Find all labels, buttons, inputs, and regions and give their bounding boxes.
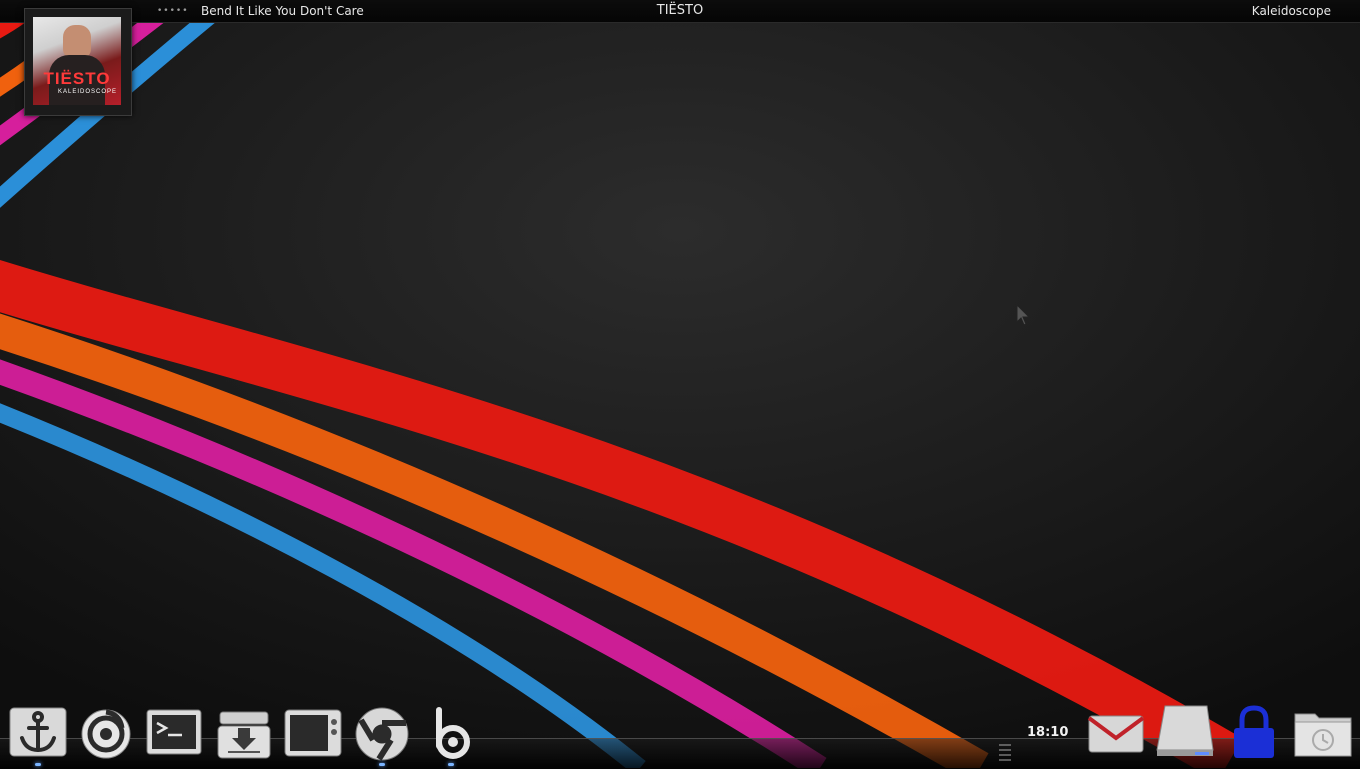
terminal-icon[interactable] — [144, 702, 204, 762]
window-app-icon[interactable] — [283, 702, 343, 762]
song-title: Bend It Like You Don't Care — [201, 4, 364, 18]
now-playing-bar: ••••• Bend It Like You Don't Care TIËSTO… — [0, 0, 1360, 23]
drive-icon[interactable] — [1155, 702, 1215, 762]
download-tray-icon[interactable] — [214, 702, 274, 762]
running-indicator — [379, 763, 385, 766]
running-indicator — [35, 763, 41, 766]
power-swirl-icon[interactable] — [76, 702, 136, 762]
album-name: Kaleidoscope — [1251, 4, 1331, 18]
album-cover[interactable]: TIËSTO KALEIDOSCOPE — [24, 8, 132, 116]
desktop-wallpaper — [0, 0, 1360, 768]
cover-album-text: KALEIDOSCOPE — [57, 89, 117, 95]
cover-artist-text: TIËSTO — [43, 69, 111, 88]
dock-separator-icon — [999, 744, 1011, 761]
mail-icon[interactable] — [1086, 702, 1146, 762]
mouse-cursor-icon — [1016, 304, 1031, 326]
folder-clock-icon[interactable] — [1293, 702, 1353, 762]
b-logo-icon[interactable] — [421, 702, 481, 762]
running-indicator — [448, 763, 454, 766]
lock-icon[interactable] — [1224, 702, 1284, 762]
progress-dots[interactable]: ••••• — [157, 0, 189, 22]
chrome-icon[interactable] — [352, 702, 412, 762]
clock[interactable]: 18:10 — [1027, 725, 1068, 740]
anchor-icon[interactable] — [8, 702, 68, 762]
album-art-image: TIËSTO KALEIDOSCOPE — [33, 17, 121, 105]
